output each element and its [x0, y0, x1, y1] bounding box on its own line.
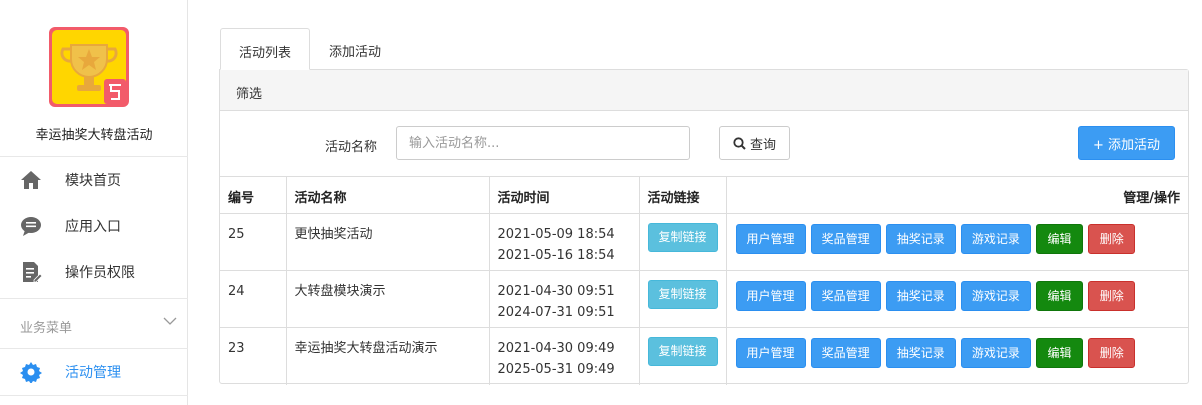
- tab-add-activity[interactable]: 添加活动: [310, 28, 400, 70]
- delete-button[interactable]: 删除: [1088, 281, 1136, 311]
- cell-time: 2021-04-30 09:51 2024-07-31 09:51: [488, 270, 639, 328]
- game-records-button[interactable]: 游戏记录: [960, 281, 1031, 311]
- column-header-time: 活动时间: [488, 176, 639, 214]
- edit-button[interactable]: 编辑: [1036, 281, 1084, 311]
- start-time: 2021-04-30 09:49: [497, 341, 615, 356]
- sidebar: 幸运抽奖大转盘活动 模块首页 应用入口 操作员权限 业务菜单 活动管理: [0, 0, 188, 405]
- add-activity-button-label: + 添加活动: [1092, 137, 1161, 153]
- chevron-down-icon: [163, 314, 177, 328]
- delete-button[interactable]: 删除: [1088, 224, 1136, 254]
- cell-actions: 用户管理 奖品管理 抽奖记录 游戏记录 编辑 删除: [725, 213, 1188, 271]
- activity-table: 编号 活动名称 活动时间 活动链接 管理/操作 25 更快抽奖活动 2021-0…: [220, 176, 1188, 385]
- search-button[interactable]: 查询: [719, 126, 790, 160]
- game-records-button[interactable]: 游戏记录: [960, 224, 1031, 254]
- end-time: 2024-07-31 09:51: [497, 305, 615, 320]
- copy-link-button[interactable]: 复制链接: [647, 280, 718, 309]
- prize-management-button[interactable]: 奖品管理: [810, 281, 881, 311]
- draw-records-button[interactable]: 抽奖记录: [885, 338, 956, 368]
- divider: [0, 395, 188, 396]
- edit-button[interactable]: 编辑: [1036, 338, 1084, 368]
- column-header-name: 活动名称: [285, 176, 489, 214]
- cell-id: 23: [220, 327, 286, 385]
- cell-actions: 用户管理 奖品管理 抽奖记录 游戏记录 编辑 删除: [725, 327, 1188, 385]
- column-header-link: 活动链接: [638, 176, 726, 214]
- activity-name-search-input[interactable]: [396, 126, 690, 160]
- app-title: 幸运抽奖大转盘活动: [35, 128, 153, 143]
- user-management-button[interactable]: 用户管理: [735, 281, 806, 311]
- cell-name: 幸运抽奖大转盘活动演示: [285, 327, 489, 385]
- trophy-logo-icon: [49, 27, 129, 107]
- activity-list-panel: 筛选 活动名称 查询 + 添加活动 编号 活动名称 活动时间 活动链接 管理/操…: [219, 69, 1189, 385]
- table-row: 25 更快抽奖活动 2021-05-09 18:54 2021-05-16 18:…: [220, 213, 1188, 271]
- cell-link: 复制链接: [638, 270, 726, 328]
- column-header-manage: 管理/操作: [725, 176, 1188, 214]
- column-header-id: 编号: [220, 176, 286, 214]
- table-row: 23 幸运抽奖大转盘活动演示 2021-04-30 09:49 2025-05-3…: [220, 327, 1188, 385]
- cell-link: 复制链接: [638, 213, 726, 271]
- end-time: 2025-05-31 09:49: [497, 362, 615, 377]
- user-management-button[interactable]: 用户管理: [735, 224, 806, 254]
- sidebar-section-business-menu[interactable]: 业务菜单: [0, 300, 188, 348]
- sidebar-item-operator-permissions[interactable]: 操作员权限: [0, 249, 188, 295]
- gear-icon: [20, 361, 42, 384]
- table-header-row: 编号 活动名称 活动时间 活动链接 管理/操作: [220, 176, 1188, 214]
- sidebar-item-app-entry[interactable]: 应用入口: [0, 203, 188, 249]
- add-activity-button[interactable]: + 添加活动: [1078, 126, 1175, 160]
- cell-id: 25: [220, 213, 286, 271]
- app-logo: [49, 27, 129, 107]
- cell-time: 2021-05-09 18:54 2021-05-16 18:54: [488, 213, 639, 271]
- delete-button[interactable]: 删除: [1088, 338, 1136, 368]
- sidebar-item-activity-management[interactable]: 活动管理: [0, 349, 188, 395]
- user-management-button[interactable]: 用户管理: [735, 338, 806, 368]
- home-icon: [20, 169, 42, 191]
- sidebar-item-label: 应用入口: [65, 219, 121, 235]
- sidebar-item-label: 模块首页: [65, 173, 121, 189]
- game-records-button[interactable]: 游戏记录: [960, 338, 1031, 368]
- cell-actions: 用户管理 奖品管理 抽奖记录 游戏记录 编辑 删除: [725, 270, 1188, 328]
- end-time: 2021-05-16 18:54: [497, 248, 615, 263]
- sidebar-item-label: 活动管理: [65, 365, 121, 381]
- tab-activity-list[interactable]: 活动列表: [220, 28, 310, 70]
- prize-management-button[interactable]: 奖品管理: [810, 224, 881, 254]
- table-row: 24 大转盘模块演示 2021-04-30 09:51 2024-07-31 09…: [220, 270, 1188, 328]
- sidebar-item-home[interactable]: 模块首页: [0, 157, 188, 203]
- filter-panel-header: 筛选: [220, 70, 1188, 111]
- cell-link: 复制链接: [638, 327, 726, 385]
- copy-link-button[interactable]: 复制链接: [647, 337, 718, 366]
- edit-button[interactable]: 编辑: [1036, 224, 1084, 254]
- draw-records-button[interactable]: 抽奖记录: [885, 281, 956, 311]
- draw-records-button[interactable]: 抽奖记录: [885, 224, 956, 254]
- search-icon: [733, 136, 746, 150]
- copy-link-button[interactable]: 复制链接: [647, 223, 718, 252]
- sidebar-section-label: 业务菜单: [20, 321, 73, 336]
- prize-management-button[interactable]: 奖品管理: [810, 338, 881, 368]
- start-time: 2021-04-30 09:51: [497, 284, 615, 299]
- search-button-label: 查询: [749, 137, 776, 153]
- document-edit-icon: [20, 261, 43, 283]
- cell-id: 24: [220, 270, 286, 328]
- cell-name: 更快抽奖活动: [285, 213, 489, 271]
- chat-bubble-icon: [20, 215, 42, 237]
- cell-name: 大转盘模块演示: [285, 270, 489, 328]
- start-time: 2021-05-09 18:54: [497, 227, 615, 242]
- divider: [0, 298, 188, 299]
- sidebar-item-label: 操作员权限: [65, 265, 135, 281]
- filter-title: 筛选: [236, 87, 263, 102]
- cell-time: 2021-04-30 09:49 2025-05-31 09:49: [488, 327, 639, 385]
- activity-name-label: 活动名称: [325, 140, 378, 155]
